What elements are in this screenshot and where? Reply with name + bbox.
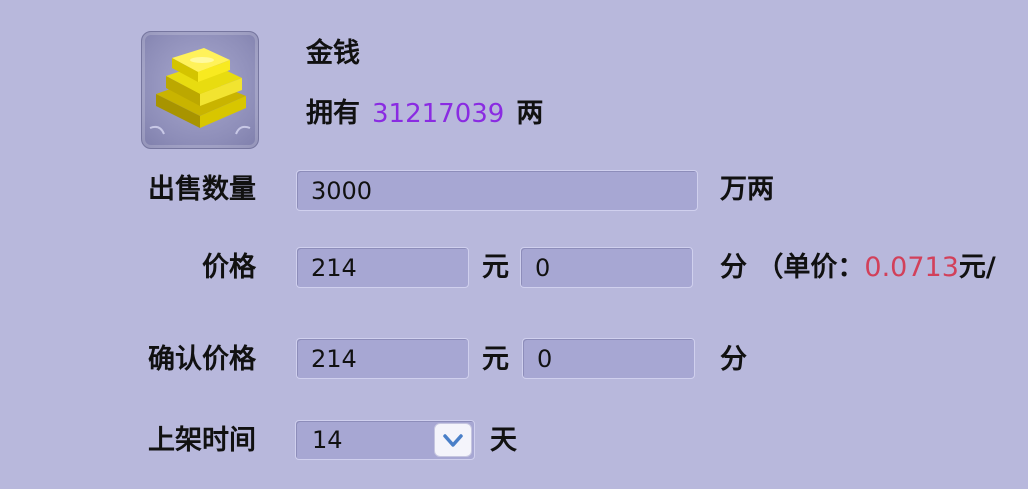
confirm-price-label: 确认价格 bbox=[148, 344, 256, 375]
listing-time-unit: 天 bbox=[490, 425, 517, 456]
price-yuan-input[interactable] bbox=[296, 247, 469, 288]
unit-price-value: 0.0713 bbox=[864, 252, 959, 283]
price-fen-unit: 分 bbox=[720, 252, 747, 283]
quantity-input[interactable] bbox=[296, 170, 698, 211]
price-fen-input[interactable] bbox=[520, 247, 693, 288]
confirm-price-yuan-input[interactable] bbox=[296, 338, 469, 379]
price-label: 价格 bbox=[202, 252, 256, 283]
unit-price-suffix: 元/ bbox=[958, 252, 996, 283]
owned-amount: 31217039 bbox=[372, 99, 505, 129]
unit-price-prefix: （单价： bbox=[756, 252, 865, 283]
listing-time-label: 上架时间 bbox=[148, 425, 256, 456]
quantity-unit: 万两 bbox=[720, 174, 774, 205]
own-unit: 两 bbox=[516, 98, 544, 129]
price-yuan-unit: 元 bbox=[482, 252, 509, 283]
item-name: 金钱 bbox=[306, 38, 360, 69]
chevron-down-icon[interactable] bbox=[434, 423, 472, 457]
price-note: 分 （单价：0.0713元/ bbox=[720, 250, 996, 286]
quantity-label: 出售数量 bbox=[148, 174, 256, 205]
gold-bars-icon bbox=[141, 31, 259, 149]
owned-amount-row: 拥有 31217039 两 bbox=[306, 96, 543, 132]
listing-time-select[interactable]: 14 bbox=[295, 420, 475, 460]
confirm-price-fen-input[interactable] bbox=[522, 338, 695, 379]
own-prefix: 拥有 bbox=[306, 98, 360, 129]
listing-time-value: 14 bbox=[312, 426, 343, 454]
confirm-price-fen-unit: 分 bbox=[720, 344, 747, 375]
confirm-price-yuan-unit: 元 bbox=[482, 344, 509, 375]
